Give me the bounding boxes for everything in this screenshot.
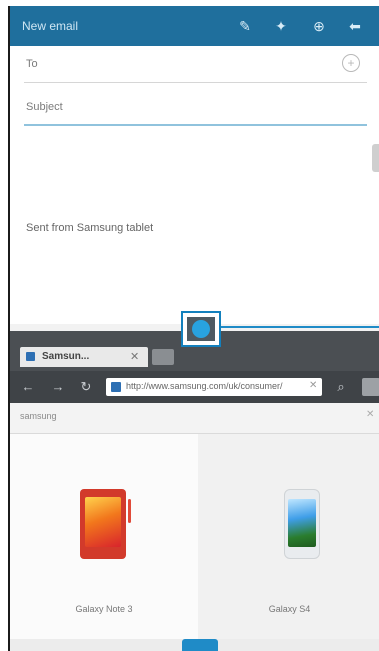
insert-icon[interactable]: ✦	[272, 17, 290, 35]
add-recipient-icon[interactable]: +	[342, 54, 360, 72]
subject-underline	[24, 124, 367, 126]
attach-icon[interactable]: ✎	[236, 17, 254, 35]
forward-arrow-icon[interactable]: →	[50, 379, 66, 395]
email-body-signature[interactable]: Sent from Samsung tablet	[26, 222, 153, 234]
device-screen: New email ✎ ✦ ⊕ ⬅ To + Subject Sent from…	[8, 6, 379, 651]
tab-label: Samsun...	[42, 351, 90, 362]
samsung-favicon-icon	[26, 352, 35, 361]
menu-icon[interactable]	[362, 378, 379, 396]
split-divider-highlight	[220, 326, 379, 328]
edge-handle[interactable]	[372, 144, 379, 172]
email-action-bar: New email ✎ ✦ ⊕ ⬅	[10, 6, 379, 46]
new-tab-button[interactable]	[152, 349, 174, 365]
galaxy-note-phone-image	[80, 489, 131, 559]
back-arrow-icon[interactable]: ←	[20, 379, 36, 395]
page-header-strip: samsung ✕	[10, 403, 379, 434]
split-window-handle[interactable]	[181, 311, 221, 347]
clear-url-icon[interactable]: ✕	[309, 380, 317, 391]
galaxy-s4-phone-image	[284, 489, 320, 559]
product-card-note[interactable]: Galaxy Note 3	[10, 434, 198, 639]
s-pen-image	[128, 499, 131, 523]
browser-tab[interactable]: Samsun... ✕	[20, 347, 148, 367]
bottom-pull-tab[interactable]	[182, 639, 218, 651]
to-field[interactable]: To	[26, 58, 379, 70]
browser-window: Samsun... ✕ ← → ↻ http://www.samsung.com…	[10, 331, 379, 651]
email-title: New email	[22, 19, 79, 33]
handle-circle-icon	[192, 320, 210, 338]
address-bar: ← → ↻ http://www.samsung.com/uk/consumer…	[10, 371, 379, 403]
tab-close-icon[interactable]: ✕	[130, 350, 139, 363]
strip-label: samsung	[20, 411, 57, 421]
url-input[interactable]: http://www.samsung.com/uk/consumer/ ✕	[106, 378, 322, 396]
search-icon[interactable]: ⌕	[332, 378, 350, 396]
refresh-icon[interactable]: ↻	[78, 379, 94, 395]
product-name: Galaxy Note 3	[75, 604, 133, 614]
send-icon[interactable]: ⊕	[310, 17, 328, 35]
product-card-s4[interactable]: Galaxy S4	[198, 434, 379, 639]
subject-field[interactable]: Subject	[26, 101, 379, 113]
close-strip-icon[interactable]: ✕	[366, 409, 374, 420]
to-divider	[24, 82, 367, 83]
url-text: http://www.samsung.com/uk/consumer/	[126, 381, 283, 391]
product-name: Galaxy S4	[268, 604, 311, 614]
site-favicon-icon	[111, 382, 121, 392]
back-icon[interactable]: ⬅	[346, 17, 364, 35]
